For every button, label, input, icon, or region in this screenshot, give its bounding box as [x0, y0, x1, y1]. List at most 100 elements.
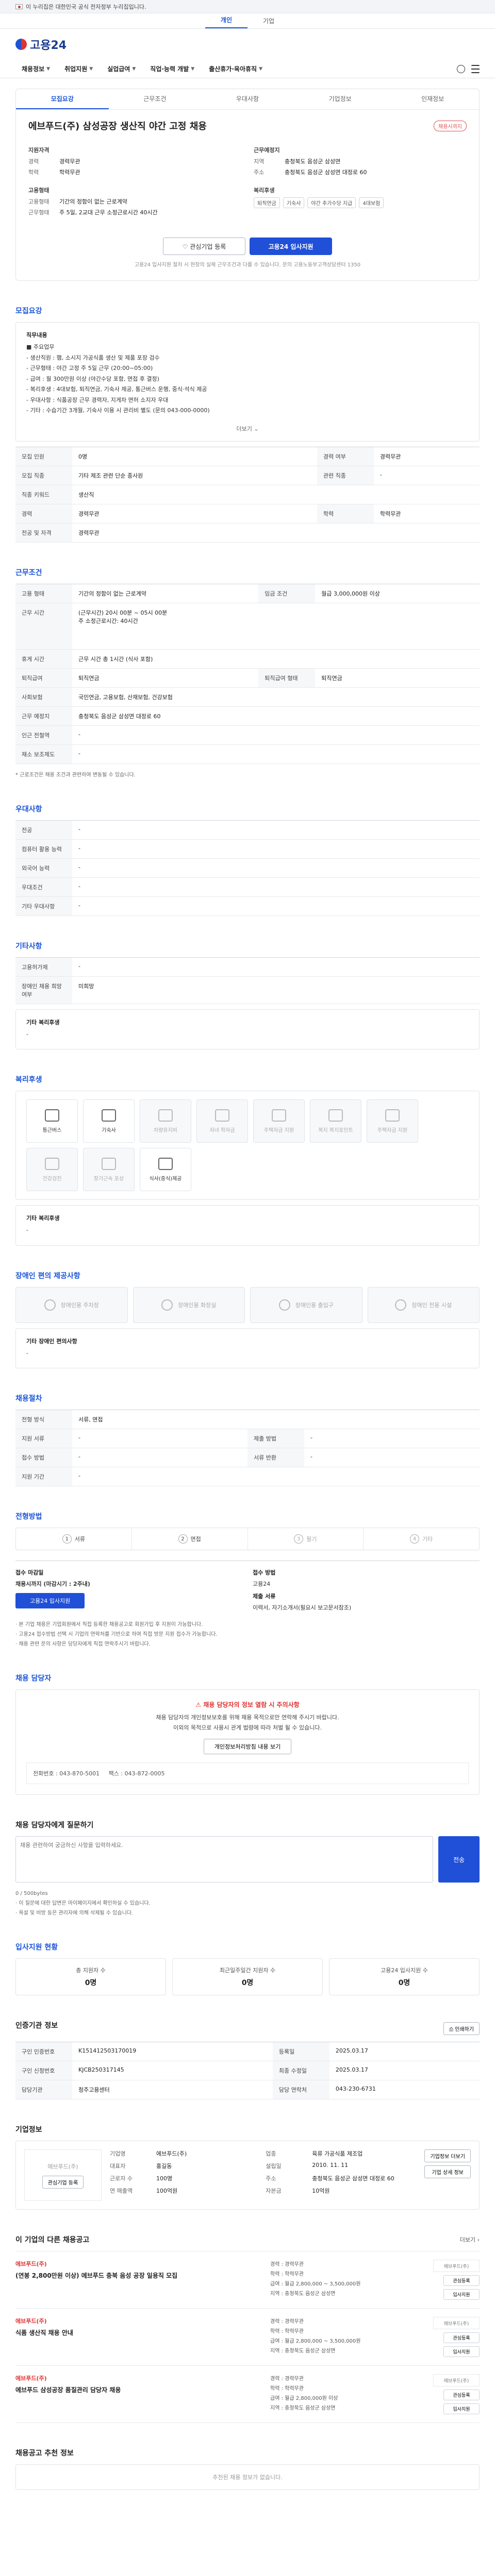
welfare-chip: 야간 추가수당 지급 — [307, 197, 356, 208]
section-title: 인증기관 정보 — [15, 2022, 58, 2030]
section-title: 전형방법 — [15, 1513, 42, 1521]
apply-button-2[interactable]: 고용24 입사지원 — [15, 1593, 85, 1608]
send-button[interactable]: 전송 — [438, 1836, 480, 1883]
disability-grid: 장애인용 주차장 장애인용 화장실 장애인용 출입구 장애인 전용 시설 — [15, 1286, 480, 1323]
section-title: 장애인 편의 제공사항 — [15, 1272, 80, 1280]
tab-conditions[interactable]: 근무조건 — [109, 89, 202, 109]
tab-recruit[interactable]: 모집요강 — [16, 89, 109, 109]
search-icon[interactable] — [457, 64, 465, 73]
tab-preference[interactable]: 우대사항 — [201, 89, 294, 109]
recommend-section: 채용공고 추천 정보 추천된 채용 정보가 없습니다. — [15, 2448, 480, 2490]
related-section: 이 기업의 다른 채용공고 더보기 › 에브푸드(주) (연봉 2,800만원 이… — [15, 2234, 480, 2423]
chevron-down-icon: ▼ — [46, 66, 51, 72]
tab-personal[interactable]: 개인 — [205, 15, 248, 28]
company-info: 기업명 에브푸드(주) 업종 육류 가공식품 제조업 대표자 홍길동 설립일 2010.… — [110, 2150, 394, 2194]
job-tabs: 모집요강 근무조건 우대사항 기업정보 인재정보 — [16, 89, 479, 110]
tab-company[interactable]: 기업정보 — [294, 89, 387, 109]
process-notes: · 본 기업 채용은 기업회원에서 직접 등록한 채용공고로 회원가입 후 지원… — [15, 1622, 218, 1647]
channel-table: 전형 방식 서류, 면접 지원 서류 - 제출 방법 - 접수 방법 - 서류 반환 - 지원… — [15, 1410, 480, 1486]
job-title: 에브푸드(주) 삼성공장 생산직 야간 고정 채용 — [28, 121, 207, 132]
welfare-item: 자녀 학자금 — [196, 1099, 248, 1143]
welfare-chip: 기숙사 — [283, 197, 305, 208]
nav-jobs[interactable]: 채용정보 ▼ — [15, 64, 56, 73]
interest-button[interactable]: 관심등록 — [443, 2275, 480, 2286]
print-button[interactable]: ⎙ 인쇄하기 — [443, 2022, 480, 2035]
recommend-empty: 추천된 채용 정보가 없습니다. — [15, 2464, 480, 2490]
company-interest-button[interactable]: 관심기업 등록 — [42, 2175, 84, 2189]
preference-table: 전공 - 컴퓨터 활용 능력 - 외국어 능력 - 우대조건 - 기타 우대사항 - — [15, 820, 480, 916]
heart-icon: ♡ — [182, 243, 190, 250]
register-section: 인증기관 정보 ⎙ 인쇄하기 구인 인증번호 K151412503170019 등록… — [15, 2020, 480, 2099]
company-logo: 에브푸드(주) — [433, 2317, 480, 2329]
welfare-item: 주택자금 지원 — [367, 1099, 418, 1143]
inquiry-section: 채용 담당자에게 질문하기 전송 0 / 500bytes · 이 질문에 대한… — [15, 1820, 480, 1917]
print-icon: ⎙ — [449, 2026, 455, 2032]
nav-training[interactable]: 직업·능력 개발 ▼ — [144, 64, 201, 73]
welfare-item: 복지 복지포인트 — [310, 1099, 361, 1143]
status-card: 고용24 입사지원 수 0명 — [329, 1958, 480, 1995]
car-icon — [158, 1109, 173, 1122]
home-icon — [385, 1109, 400, 1122]
disability-section: 장애인 편의 제공사항 장애인용 주차장 장애인용 화장실 장애인용 출입구 장… — [15, 1270, 480, 1368]
apply-button[interactable]: 입사지원 — [443, 2346, 480, 2357]
conditions-section: 근무조건 고용 형태 기간의 정함이 없는 근로계약 임금 조건 월급 3,000,0… — [15, 567, 480, 779]
apply-button[interactable]: 고용24 입사지원 — [250, 238, 332, 255]
section-title: 근무조건 — [15, 568, 42, 577]
graduation-icon — [328, 1109, 343, 1122]
section-title: 입사지원 현황 — [15, 1943, 58, 1952]
chevron-down-icon: ▼ — [132, 66, 136, 72]
contact-warning: ⚠ 채용 담당자의 정보 열람 시 주의사항 — [195, 1701, 300, 1708]
tab-company[interactable]: 기업 — [248, 16, 290, 28]
auth-tabs: 개인 기업 — [0, 13, 495, 29]
welfare-item: 식사(중식)제공 — [140, 1148, 191, 1191]
welfare-section: 복리후생 통근버스 기숙사 차량유지비 자녀 학자금 주택자금 지원 복지 복지… — [15, 1074, 480, 1246]
welfare-item: 주택자금 지원 — [253, 1099, 305, 1143]
interest-button[interactable]: 관심등록 — [443, 2332, 480, 2343]
list-item[interactable]: 에브푸드(주) (연봉 2,800만원 이상) 에브푸드 충북 음성 공장 일용직… — [15, 2251, 480, 2308]
menu-icon[interactable] — [471, 64, 480, 73]
qualification-block: 지원자격 경력 경력무관 학력 학력무관 — [28, 147, 80, 176]
nav-leave[interactable]: 출산휴가·육아휴직 ▼ — [203, 64, 269, 73]
extra-table: 고용허가제 - 장애인 채용 희망 여부 미희망 — [15, 957, 480, 1004]
bus-icon — [45, 1109, 59, 1122]
contact-section: 채용 담당자 ⚠ 채용 담당자의 정보 열람 시 주의사항 채용 담당자의 개인… — [15, 1673, 480, 1795]
location-block: 근무예정지 지역 충청북도 음성군 삼성면 주소 충청북도 음성군 삼성면 대정로 … — [254, 147, 367, 176]
apply-button[interactable]: 입사지원 — [443, 2403, 480, 2414]
meal-icon — [158, 1157, 173, 1170]
chevron-down-icon: ▼ — [191, 66, 195, 72]
house-icon — [102, 1109, 116, 1122]
tab-talent[interactable]: 인재정보 — [386, 89, 479, 109]
status-card: 총 지원자 수 0명 — [15, 1958, 166, 1995]
company-more-button[interactable]: 기업정보 더보기 — [424, 2149, 471, 2162]
more-button[interactable]: 더보기 ⌄ — [26, 425, 469, 433]
welfare-grid: 통근버스 기숙사 차량유지비 자녀 학자금 주택자금 지원 복지 복지포인트 주… — [26, 1099, 469, 1191]
logo-icon[interactable] — [15, 39, 27, 50]
welfare-block: 복리후생 퇴직연금 기숙사 야간 추가수당 지급 4대보험 — [254, 182, 467, 219]
chevron-down-icon: ▼ — [259, 66, 262, 72]
privacy-button[interactable]: 개인정보처리방침 내용 보기 — [203, 1739, 292, 1754]
related-more-link[interactable]: 더보기 › — [460, 2235, 480, 2244]
health-icon — [45, 1157, 59, 1170]
conditions-footnote: * 근로조건은 채용 조건과 관련하여 변동될 수 있습니다. — [15, 772, 136, 778]
interest-button[interactable]: 관심등록 — [443, 2389, 480, 2400]
site-header: 고용24 — [0, 29, 495, 60]
company-logo: 에브푸드(주) — [433, 2374, 480, 2386]
nav-support[interactable]: 취업지원 ▼ — [58, 64, 99, 73]
site-logo[interactable]: 고용24 — [30, 36, 67, 53]
job-summary-card: 모집요강 근무조건 우대사항 기업정보 인재정보 에브푸드(주) 삼성공장 생산… — [15, 89, 480, 281]
interest-button[interactable]: ♡ 관심기업 등록 — [163, 238, 245, 255]
section-title: 채용 담당자 — [15, 1674, 52, 1683]
list-item[interactable]: 에브푸드(주) 식품 생산직 채용 안내 경력 : 경력무관 학력 : 학력무관 급여… — [15, 2308, 480, 2365]
section-title: 기업정보 — [15, 2126, 42, 2134]
apply-button[interactable]: 입사지원 — [443, 2289, 480, 2300]
list-item[interactable]: 에브푸드(주) 에브푸드 삼성공장 품질관리 담당자 채용 경력 : 경력무관 학력… — [15, 2365, 480, 2423]
welfare-item: 기숙사 — [83, 1099, 135, 1143]
section-title: 이 기업의 다른 채용공고 — [15, 2236, 90, 2244]
wheelchair-icon — [395, 1299, 407, 1311]
restroom-icon — [161, 1299, 173, 1311]
company-detail-button[interactable]: 기업 상세 정보 — [424, 2165, 471, 2178]
nav-unemployment[interactable]: 실업급여 ▼ — [101, 64, 142, 73]
inquiry-input[interactable] — [15, 1836, 433, 1883]
process-section: 전형방법 1 서류 2 면접 3 필기 4 기타 접수 마감일 채용시까지 (마감시기 … — [15, 1511, 480, 1648]
entrance-icon — [278, 1299, 290, 1311]
